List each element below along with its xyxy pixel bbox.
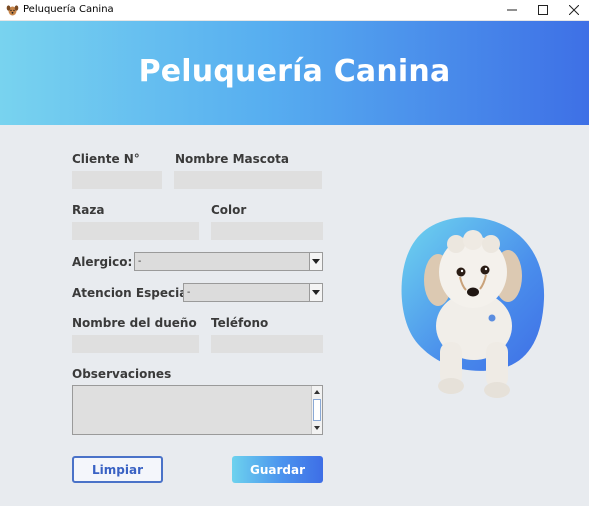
page-title: Peluquería Canina <box>138 54 451 89</box>
arrow-down-icon <box>314 426 320 430</box>
arrow-up-icon <box>314 390 320 394</box>
breed-field[interactable] <box>72 222 199 240</box>
dog-paw-icon <box>6 5 19 16</box>
owner-name-field[interactable] <box>72 335 199 353</box>
telefono-label: Teléfono <box>211 316 269 330</box>
cliente-number-field[interactable] <box>72 171 162 189</box>
maximize-icon <box>538 5 548 15</box>
mascota-label: Nombre Mascota <box>175 152 289 166</box>
phone-field[interactable] <box>211 335 323 353</box>
special-care-select[interactable]: - <box>183 283 323 302</box>
maximize-button[interactable] <box>529 0 557 20</box>
scroll-down-button[interactable] <box>313 424 321 432</box>
dog-image <box>401 217 545 398</box>
dog-illustration <box>396 214 548 404</box>
chevron-down-icon <box>312 259 320 264</box>
special-care-dropdown-button[interactable] <box>309 284 322 301</box>
atencion-label: Atencion Especial <box>72 286 192 300</box>
window-title: Peluquería Canina <box>23 4 114 15</box>
observations-scrollbar[interactable] <box>311 386 322 434</box>
raza-label: Raza <box>72 203 105 217</box>
observaciones-label: Observaciones <box>72 367 172 381</box>
pet-name-field[interactable] <box>174 171 322 189</box>
allergic-dropdown-button[interactable] <box>309 253 322 270</box>
close-button[interactable] <box>560 0 588 20</box>
chevron-down-icon <box>312 290 320 295</box>
scrollbar-thumb[interactable] <box>313 399 321 421</box>
alergico-label: Alergico: <box>72 255 133 269</box>
header-banner: Peluquería Canina <box>0 21 589 125</box>
window-titlebar: Peluquería Canina <box>0 0 589 21</box>
save-button[interactable]: Guardar <box>232 456 323 483</box>
minimize-icon <box>507 9 517 11</box>
cliente-label: Cliente N° <box>72 152 140 166</box>
color-field[interactable] <box>211 222 323 240</box>
allergic-select[interactable]: - <box>134 252 323 271</box>
scroll-up-button[interactable] <box>313 388 321 396</box>
dueno-label: Nombre del dueño <box>72 316 197 330</box>
observations-textarea[interactable] <box>72 385 323 435</box>
color-label: Color <box>211 203 247 217</box>
close-icon <box>569 5 579 15</box>
special-care-select-value: - <box>187 287 191 298</box>
minimize-button[interactable] <box>498 0 526 20</box>
clear-button[interactable]: Limpiar <box>72 456 163 483</box>
allergic-select-value: - <box>138 256 142 267</box>
